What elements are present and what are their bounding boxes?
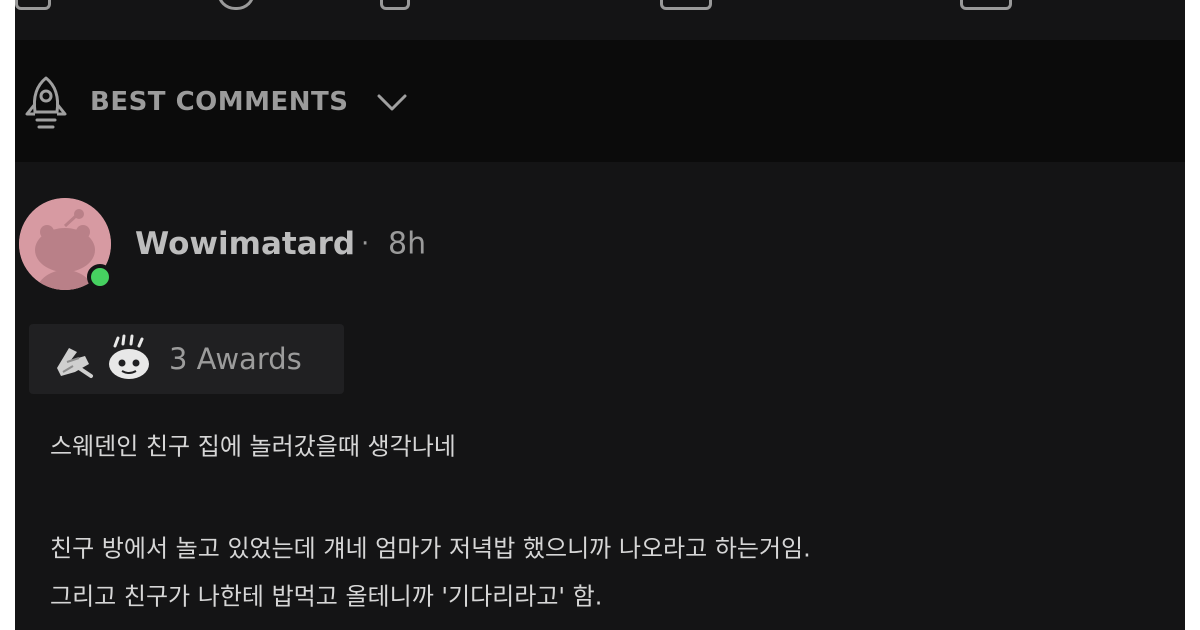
timestamp: 8h [388, 226, 427, 262]
share-icon[interactable] [15, 0, 51, 10]
comment-icon[interactable] [380, 0, 410, 10]
sort-label[interactable]: BEST COMMENTS [90, 87, 349, 117]
awards-count: 3 Awards [169, 342, 302, 376]
app-frame: BEST COMMENTS Wowimatard · 8h 3 Awards 스… [15, 0, 1185, 630]
post-action-bar [15, 0, 1185, 40]
comment: Wowimatard · 8h 3 Awards 스웨덴인 친구 집에 놀러갔을… [15, 162, 1185, 630]
meta-separator: · [361, 229, 370, 259]
save-icon[interactable] [660, 0, 712, 10]
comment-body-line: 친구 방에서 놀고 있었는데 걔네 엄마가 저녁밥 했으니까 나오라고 하는거임… [50, 534, 811, 563]
comment-body-line: 스웨덴인 친구 집에 놀러갔을때 생각나네 [50, 432, 456, 461]
chevron-down-icon[interactable] [375, 90, 409, 114]
upvote-icon[interactable] [217, 0, 255, 10]
online-status-icon [87, 264, 113, 290]
award-icon [57, 348, 93, 378]
rocket-icon [25, 76, 67, 129]
username[interactable]: Wowimatard [135, 226, 355, 262]
awards-chip[interactable]: 3 Awards [29, 324, 344, 394]
award-icon [109, 334, 149, 379]
comment-sort-bar[interactable]: BEST COMMENTS [15, 40, 1185, 162]
comment-body-line: 그리고 친구가 나한테 밥먹고 올테니까 '기다리라고' 함. [50, 582, 603, 611]
award-action-icon[interactable] [960, 0, 1012, 10]
